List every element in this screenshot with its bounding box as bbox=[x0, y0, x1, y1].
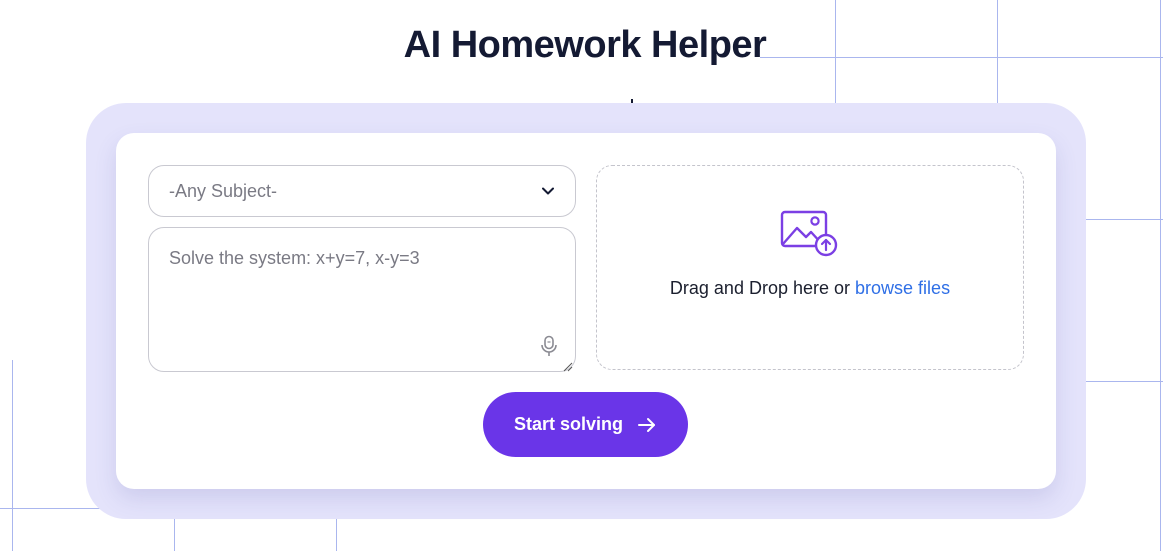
file-drop-zone[interactable]: Drag and Drop here or browse files bbox=[596, 165, 1024, 370]
question-input[interactable]: Solve the system: x+y=7, x-y=3 bbox=[148, 227, 576, 372]
background-grid-line bbox=[0, 508, 100, 509]
subject-select[interactable]: -Any Subject- bbox=[148, 165, 576, 217]
chevron-down-icon bbox=[541, 184, 555, 198]
question-input-placeholder: Solve the system: x+y=7, x-y=3 bbox=[169, 248, 420, 268]
resize-handle-icon[interactable] bbox=[563, 359, 573, 372]
subject-select-value: -Any Subject- bbox=[169, 180, 278, 201]
browse-files-link[interactable]: browse files bbox=[855, 278, 950, 298]
background-grid-line bbox=[1086, 381, 1163, 382]
page-title: AI Homework Helper bbox=[403, 24, 767, 66]
drop-zone-instruction: Drag and Drop here or bbox=[669, 278, 851, 298]
background-grid-line bbox=[174, 519, 175, 551]
homework-form-card: -Any Subject- Solve the system: x+y=7, x… bbox=[116, 133, 1056, 489]
start-solving-button[interactable]: Start solving bbox=[483, 392, 688, 457]
background-grid-line bbox=[1086, 219, 1163, 220]
microphone-icon[interactable] bbox=[539, 335, 559, 357]
image-upload-icon bbox=[780, 210, 840, 258]
background-grid-line bbox=[12, 360, 13, 551]
start-solving-label: Start solving bbox=[513, 414, 624, 434]
background-grid-line bbox=[1160, 0, 1161, 551]
background-grid-line bbox=[336, 519, 337, 551]
drop-zone-text: Drag and Drop here or browse files bbox=[597, 278, 1023, 299]
arrow-right-icon bbox=[637, 417, 657, 433]
